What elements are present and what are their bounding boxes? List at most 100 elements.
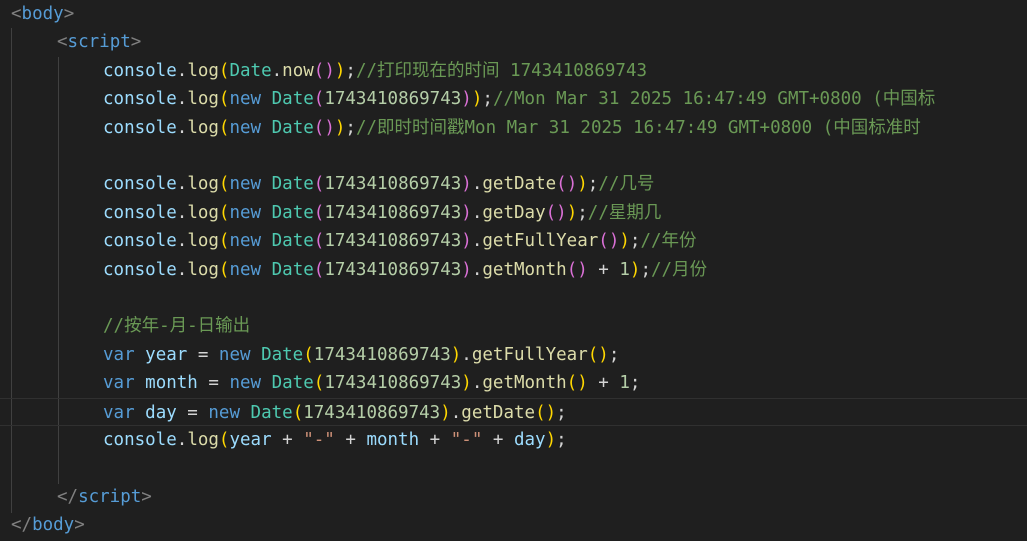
code-token: . [271, 60, 283, 81]
code-line[interactable]: console.log(new Date(1743410869743).getM… [0, 256, 1027, 284]
code-token: ; [629, 373, 641, 394]
code-token: ( [313, 259, 325, 280]
code-token: Date [271, 231, 314, 252]
code-line[interactable]: <script> [0, 28, 1027, 56]
code-token: console [103, 430, 177, 450]
code-token: new [229, 202, 272, 223]
code-token: ( [313, 231, 325, 252]
code-token: . [176, 202, 188, 223]
code-line[interactable] [0, 284, 1027, 312]
code-token: . [471, 259, 483, 280]
code-line[interactable]: console.log(year + "-" + month + "-" + d… [0, 426, 1027, 454]
code-token: ( [303, 344, 314, 365]
code-token: < [57, 32, 68, 53]
code-line[interactable]: console.log(new Date());//即时时间戳Mon Mar 3… [0, 114, 1027, 142]
code-token: console [103, 174, 177, 195]
code-token: ) [619, 231, 630, 252]
code-token: </ [11, 515, 33, 536]
code-line[interactable] [0, 454, 1027, 482]
code-token: //年份 [640, 231, 697, 252]
code-token: 1 [619, 373, 630, 394]
code-token: + [334, 430, 367, 450]
code-token: var [103, 373, 146, 394]
code-token: log [187, 231, 219, 252]
code-line[interactable]: </body> [0, 511, 1027, 539]
code-token: script [78, 486, 142, 507]
code-token: . [176, 89, 188, 110]
code-line[interactable]: <body> [0, 0, 1027, 28]
code-token: = [176, 402, 209, 423]
code-token: Date [250, 402, 293, 423]
code-token: ( [218, 202, 230, 223]
code-token: //打印现在的时间 1743410869743 [355, 60, 648, 81]
code-token: year [145, 344, 188, 365]
code-line[interactable]: console.log(new Date(1743410869743).getD… [0, 199, 1027, 227]
code-token: //几号 [598, 174, 655, 195]
code-line[interactable] [0, 142, 1027, 170]
code-token: > [130, 32, 142, 53]
code-editor[interactable]: <body> <script> console.log(Date.now());//… [0, 0, 1027, 541]
code-token: < [11, 4, 22, 24]
code-token: . [450, 402, 462, 423]
code-token: console [103, 60, 177, 81]
code-line[interactable]: </script> [0, 483, 1027, 511]
code-token: day [513, 430, 546, 450]
code-token: 1743410869743 [324, 174, 462, 195]
code-token: body [32, 515, 75, 536]
code-line[interactable]: var day = new Date(1743410869743).getDat… [0, 397, 1027, 426]
code-token: () [598, 231, 620, 252]
code-token: = [187, 344, 219, 365]
code-token: console [103, 117, 177, 138]
code-token: + [271, 430, 304, 450]
code-token: Date [271, 89, 314, 110]
code-token: 1743410869743 [303, 402, 441, 423]
code-token: () [313, 60, 335, 81]
code-line[interactable]: var year = new Date(1743410869743).getFu… [0, 341, 1027, 369]
code-token: = [197, 373, 230, 394]
code-token: getFullYear [482, 231, 599, 252]
code-token: Date [271, 373, 314, 394]
code-token: . [461, 344, 472, 365]
code-token: ) [461, 89, 472, 110]
code-token: console [103, 259, 177, 280]
code-token: Date [229, 60, 272, 81]
code-line[interactable]: console.log(new Date(1743410869743));//M… [0, 85, 1027, 113]
code-token: Date [271, 202, 314, 223]
code-token: 1 [619, 259, 630, 280]
code-line[interactable]: var month = new Date(1743410869743).getM… [0, 369, 1027, 397]
code-token: > [63, 4, 75, 24]
code-token: . [176, 231, 188, 252]
code-token: new [208, 402, 251, 423]
code-token: ; [640, 259, 652, 280]
code-token: ( [313, 89, 325, 110]
code-token: new [218, 344, 262, 365]
code-token: + [419, 430, 451, 450]
code-token: . [176, 60, 188, 81]
code-line[interactable]: console.log(Date.now());//打印现在的时间 174341… [0, 57, 1027, 85]
code-token: ) [440, 402, 451, 423]
code-token: getDay [482, 202, 546, 223]
code-token: () [535, 402, 557, 423]
code-token: + [587, 373, 620, 394]
code-line[interactable]: //按年-月-日输出 [0, 312, 1027, 340]
code-token: ( [218, 60, 230, 81]
code-line[interactable]: console.log(new Date(1743410869743).getF… [0, 227, 1027, 255]
code-token: log [187, 117, 219, 138]
code-token: console [103, 202, 177, 223]
code-token: ; [608, 344, 620, 365]
code-token: //星期几 [587, 202, 662, 223]
code-token: () [556, 174, 578, 195]
code-token: ( [218, 89, 230, 110]
code-token: ) [629, 259, 641, 280]
code-token: ( [218, 117, 230, 138]
code-token: new [229, 231, 272, 252]
code-line[interactable]: console.log(new Date(1743410869743).getD… [0, 170, 1027, 198]
code-token: . [176, 174, 188, 195]
code-token: () [566, 373, 588, 394]
code-token: . [471, 202, 483, 223]
code-token: new [229, 117, 272, 138]
code-token: 1743410869743 [324, 259, 462, 280]
code-token: //即时时间戳Mon Mar 31 2025 16:47:49 GMT+0800… [355, 117, 921, 138]
code-token: Date [261, 344, 304, 365]
code-token: "-" [303, 430, 335, 450]
